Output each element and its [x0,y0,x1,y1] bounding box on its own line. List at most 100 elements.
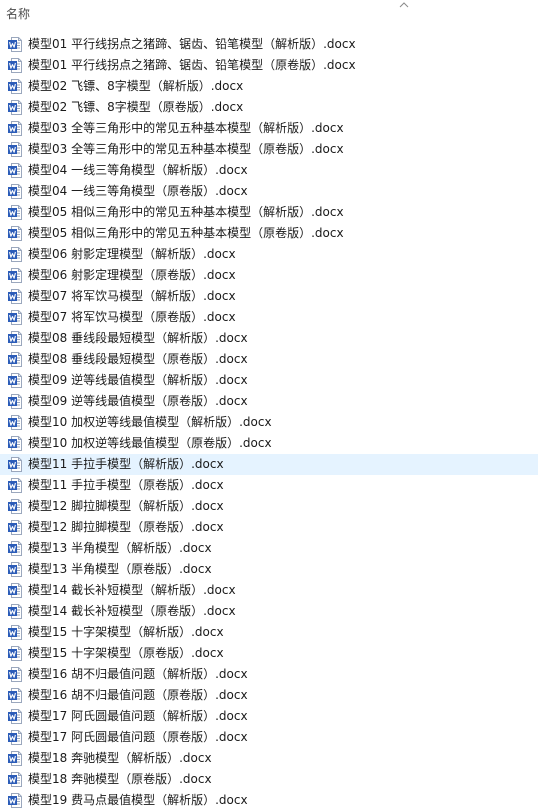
file-row[interactable]: 模型13 半角模型（解析版）.docx [0,538,538,559]
file-name: 模型15 十字架模型（原卷版）.docx [28,646,224,660]
word-document-icon [8,163,22,178]
file-row[interactable]: 模型06 射影定理模型（原卷版）.docx [0,265,538,286]
word-document-icon [8,583,22,598]
word-document-icon [8,751,22,766]
word-document-icon [8,562,22,577]
file-name: 模型07 将军饮马模型（解析版）.docx [28,289,236,303]
file-row[interactable]: 模型03 全等三角形中的常见五种基本模型（解析版）.docx [0,118,538,139]
file-row[interactable]: 模型06 射影定理模型（解析版）.docx [0,244,538,265]
file-name: 模型08 垂线段最短模型（解析版）.docx [28,331,248,345]
file-name: 模型02 飞镖、8字模型（解析版）.docx [28,79,244,93]
file-row[interactable]: 模型10 加权逆等线最值模型（原卷版）.docx [0,433,538,454]
file-row[interactable]: 模型14 截长补短模型（原卷版）.docx [0,601,538,622]
word-document-icon [8,688,22,703]
word-document-icon [8,121,22,136]
file-name: 模型11 手拉手模型（解析版）.docx [28,457,224,471]
file-name: 模型07 将军饮马模型（原卷版）.docx [28,310,236,324]
word-document-icon [8,142,22,157]
file-row[interactable]: 模型16 胡不归最值问题（解析版）.docx [0,664,538,685]
file-row[interactable]: 模型16 胡不归最值问题（原卷版）.docx [0,685,538,706]
name-column-header[interactable]: 名称 [6,5,30,22]
file-row[interactable]: 模型12 脚拉脚模型（解析版）.docx [0,496,538,517]
word-document-icon [8,541,22,556]
file-row[interactable]: 模型15 十字架模型（解析版）.docx [0,622,538,643]
word-document-icon [8,226,22,241]
file-name: 模型03 全等三角形中的常见五种基本模型（原卷版）.docx [28,142,344,156]
file-name: 模型12 脚拉脚模型（解析版）.docx [28,499,224,513]
file-row[interactable]: 模型03 全等三角形中的常见五种基本模型（原卷版）.docx [0,139,538,160]
file-row[interactable]: 模型02 飞镖、8字模型（原卷版）.docx [0,97,538,118]
file-name: 模型01 平行线拐点之猪蹄、锯齿、铅笔模型（解析版）.docx [28,37,356,51]
word-document-icon [8,709,22,724]
file-row[interactable]: 模型07 将军饮马模型（解析版）.docx [0,286,538,307]
word-document-icon [8,352,22,367]
file-row[interactable]: 模型13 半角模型（原卷版）.docx [0,559,538,580]
word-document-icon [8,331,22,346]
file-name: 模型03 全等三角形中的常见五种基本模型（解析版）.docx [28,121,344,135]
word-document-icon [8,205,22,220]
file-row[interactable]: 模型18 奔驰模型（原卷版）.docx [0,769,538,790]
file-name: 模型18 奔驰模型（原卷版）.docx [28,772,212,786]
word-document-icon [8,247,22,262]
file-row[interactable]: 模型05 相似三角形中的常见五种基本模型（原卷版）.docx [0,223,538,244]
file-name: 模型05 相似三角形中的常见五种基本模型（原卷版）.docx [28,226,344,240]
file-row[interactable]: 模型11 手拉手模型（原卷版）.docx [0,475,538,496]
word-document-icon [8,415,22,430]
file-row[interactable]: 模型02 飞镖、8字模型（解析版）.docx [0,76,538,97]
word-document-icon [8,667,22,682]
file-name: 模型06 射影定理模型（解析版）.docx [28,247,236,261]
word-document-icon [8,436,22,451]
word-document-icon [8,58,22,73]
file-row[interactable]: 模型15 十字架模型（原卷版）.docx [0,643,538,664]
word-document-icon [8,268,22,283]
file-name: 模型08 垂线段最短模型（原卷版）.docx [28,352,248,366]
file-row[interactable]: 模型11 手拉手模型（解析版）.docx [0,454,538,475]
file-row[interactable]: 模型04 一线三等角模型（原卷版）.docx [0,181,538,202]
file-name: 模型17 阿氏圆最值问题（原卷版）.docx [28,730,248,744]
word-document-icon [8,457,22,472]
file-row[interactable]: 模型07 将军饮马模型（原卷版）.docx [0,307,538,328]
file-name: 模型14 截长补短模型（解析版）.docx [28,583,236,597]
file-row[interactable]: 模型01 平行线拐点之猪蹄、锯齿、铅笔模型（解析版）.docx [0,34,538,55]
file-row[interactable]: 模型14 截长补短模型（解析版）.docx [0,580,538,601]
word-document-icon [8,373,22,388]
file-name: 模型14 截长补短模型（原卷版）.docx [28,604,236,618]
file-row[interactable]: 模型08 垂线段最短模型（解析版）.docx [0,328,538,349]
word-document-icon [8,730,22,745]
word-document-icon [8,772,22,787]
file-name: 模型17 阿氏圆最值问题（解析版）.docx [28,709,248,723]
file-name: 模型04 一线三等角模型（解析版）.docx [28,163,248,177]
word-document-icon [8,520,22,535]
file-name: 模型18 奔驰模型（解析版）.docx [28,751,212,765]
file-row[interactable]: 模型12 脚拉脚模型（原卷版）.docx [0,517,538,538]
file-row[interactable]: 模型09 逆等线最值模型（解析版）.docx [0,370,538,391]
file-name: 模型09 逆等线最值模型（原卷版）.docx [28,394,248,408]
file-row[interactable]: 模型05 相似三角形中的常见五种基本模型（解析版）.docx [0,202,538,223]
word-document-icon [8,79,22,94]
word-document-icon [8,37,22,52]
file-row[interactable]: 模型09 逆等线最值模型（原卷版）.docx [0,391,538,412]
file-name: 模型10 加权逆等线最值模型（原卷版）.docx [28,436,272,450]
file-name: 模型05 相似三角形中的常见五种基本模型（解析版）.docx [28,205,344,219]
word-document-icon [8,478,22,493]
file-row[interactable]: 模型08 垂线段最短模型（原卷版）.docx [0,349,538,370]
file-row[interactable]: 模型17 阿氏圆最值问题（原卷版）.docx [0,727,538,748]
file-name: 模型13 半角模型（原卷版）.docx [28,562,212,576]
word-document-icon [8,604,22,619]
word-document-icon [8,499,22,514]
file-row[interactable]: 模型18 奔驰模型（解析版）.docx [0,748,538,769]
file-row[interactable]: 模型10 加权逆等线最值模型（解析版）.docx [0,412,538,433]
file-name: 模型01 平行线拐点之猪蹄、锯齿、铅笔模型（原卷版）.docx [28,58,356,72]
chevron-up-icon[interactable] [398,0,410,10]
file-list: 模型01 平行线拐点之猪蹄、锯齿、铅笔模型（解析版）.docx 模型01 平行线拐… [0,34,538,811]
file-name: 模型10 加权逆等线最值模型（解析版）.docx [28,415,272,429]
file-row[interactable]: 模型19 费马点最值模型（解析版）.docx [0,790,538,811]
file-row[interactable]: 模型17 阿氏圆最值问题（解析版）.docx [0,706,538,727]
file-name: 模型09 逆等线最值模型（解析版）.docx [28,373,248,387]
word-document-icon [8,184,22,199]
word-document-icon [8,394,22,409]
word-document-icon [8,100,22,115]
file-name: 模型13 半角模型（解析版）.docx [28,541,212,555]
file-row[interactable]: 模型04 一线三等角模型（解析版）.docx [0,160,538,181]
file-row[interactable]: 模型01 平行线拐点之猪蹄、锯齿、铅笔模型（原卷版）.docx [0,55,538,76]
